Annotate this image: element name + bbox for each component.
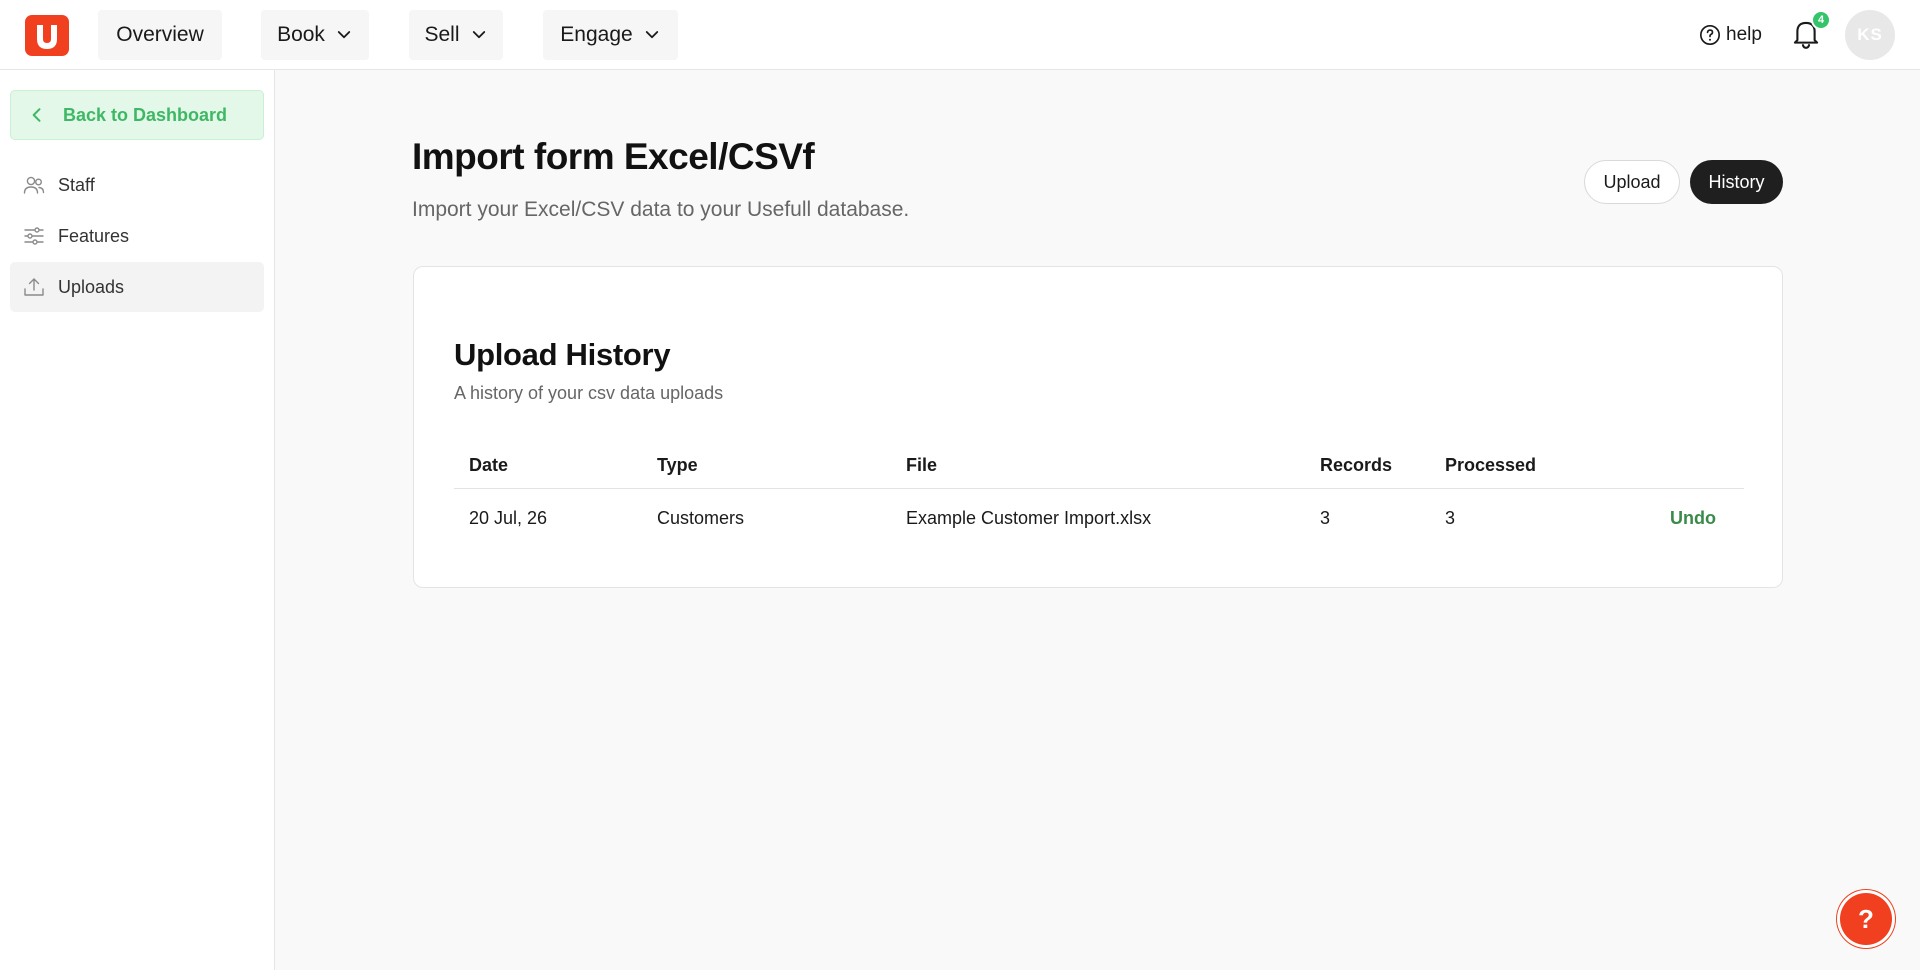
column-header-date: Date <box>469 455 509 475</box>
card-subtitle: A history of your csv data uploads <box>454 383 724 403</box>
column-header-processed: Processed <box>1445 455 1537 475</box>
history-tab-button[interactable]: History <box>1690 160 1783 204</box>
cell-records: 3 <box>1320 507 1331 528</box>
chevron-down-icon <box>337 31 351 39</box>
top-navigation-bar: Overview Book Sell Engage help 4 KS <box>0 0 1920 70</box>
sidebar-item-uploads[interactable]: Uploads <box>10 262 264 312</box>
sidebar-item-label: Uploads <box>58 276 125 297</box>
nav-book-label: Book <box>277 23 325 46</box>
users-icon <box>23 176 45 194</box>
cell-type: Customers <box>657 507 745 528</box>
upload-tab-button[interactable]: Upload <box>1584 160 1680 204</box>
page-title: Import form Excel/CSVf <box>412 136 815 177</box>
back-to-dashboard-button[interactable]: Back to Dashboard <box>10 90 264 140</box>
card-title: Upload History <box>454 337 671 372</box>
nav-sell-label: Sell <box>424 23 460 46</box>
sidebar-item-features[interactable]: Features <box>10 211 264 261</box>
sidebar-item-label: Staff <box>58 174 95 195</box>
logo-icon <box>37 24 57 49</box>
table-row: 20 Jul, 26 Customers Example Customer Im… <box>454 489 1744 547</box>
upload-icon <box>24 278 44 296</box>
help-link[interactable]: help <box>1699 20 1762 50</box>
nav-book-dropdown[interactable]: Book <box>261 10 369 60</box>
chevron-down-icon <box>472 31 485 39</box>
table-header: Date Type File Records Processed <box>454 443 1744 489</box>
nav-engage-dropdown[interactable]: Engage <box>543 10 678 60</box>
sidebar-item-label: Features <box>58 225 130 246</box>
notification-count-badge: 4 <box>1811 10 1831 30</box>
nav-overview-label: Overview <box>116 23 204 46</box>
cell-processed: 3 <box>1445 507 1456 528</box>
column-header-file: File <box>906 455 938 475</box>
chevron-left-icon <box>32 108 41 122</box>
column-header-type: Type <box>657 455 698 475</box>
nav-overview[interactable]: Overview <box>98 10 222 60</box>
notifications-button[interactable]: 4 <box>1791 10 1831 52</box>
page-subtitle: Import your Excel/CSV data to your Usefu… <box>412 198 910 221</box>
nav-engage-label: Engage <box>560 23 633 46</box>
question-circle-icon <box>1700 25 1720 45</box>
sliders-icon <box>24 227 44 245</box>
help-chat-button[interactable]: ? <box>1840 893 1892 945</box>
app-logo[interactable] <box>25 15 69 56</box>
upload-history-card: Upload History A history of your csv dat… <box>413 266 1783 588</box>
nav-sell-dropdown[interactable]: Sell <box>409 10 503 60</box>
chevron-down-icon <box>645 31 658 39</box>
upload-tab-label: Upload <box>1603 171 1661 192</box>
avatar-initials: KS <box>1857 25 1883 44</box>
cell-file: Example Customer Import.xlsx <box>906 507 1152 528</box>
history-tab-label: History <box>1708 171 1765 192</box>
user-avatar[interactable]: KS <box>1845 10 1895 60</box>
column-header-records: Records <box>1320 455 1393 475</box>
sidebar: Back to Dashboard Staff Features Uploads <box>0 70 275 970</box>
undo-button[interactable]: Undo <box>1670 489 1716 547</box>
sidebar-item-staff[interactable]: Staff <box>10 160 264 210</box>
question-mark-icon: ? <box>1858 903 1874 934</box>
cell-date: 20 Jul, 26 <box>469 507 548 528</box>
help-label: help <box>1726 24 1762 45</box>
back-to-dashboard-label: Back to Dashboard <box>63 104 228 125</box>
